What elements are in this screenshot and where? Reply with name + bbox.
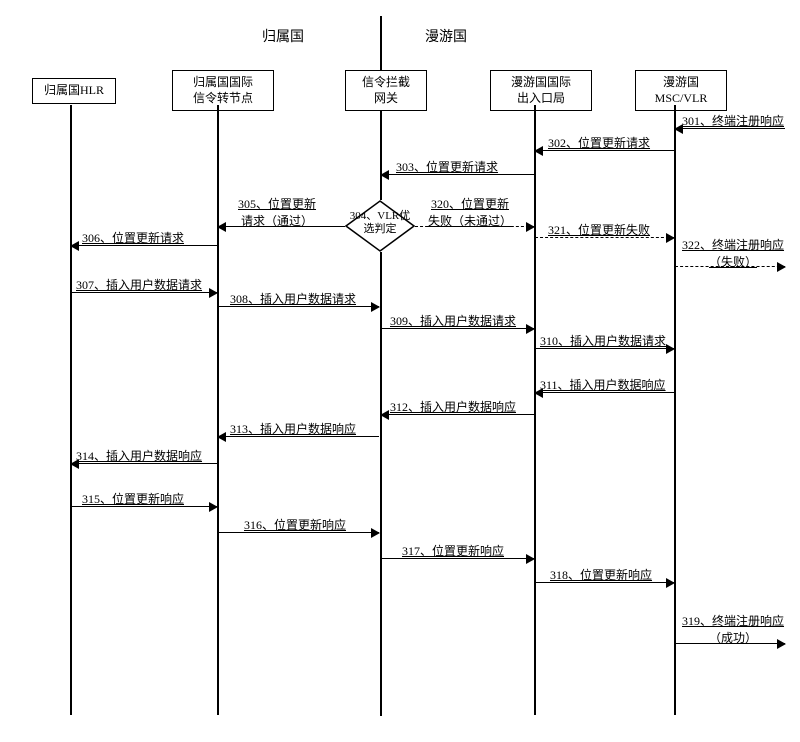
- center-divider: [380, 16, 382, 716]
- decision-304: 304、VLR优选判定: [345, 200, 415, 252]
- msg-310: 310、插入用户数据请求: [540, 332, 666, 349]
- participant-msc-vlr: 漫游国MSC/VLR: [635, 70, 727, 111]
- lifeline-p1: [70, 105, 72, 715]
- arrow-315: [71, 506, 217, 507]
- arrow-320: [415, 226, 534, 227]
- msg-301: 301、终端注册响应: [682, 112, 784, 129]
- msg-318: 318、位置更新响应: [550, 566, 652, 583]
- msg-313: 313、插入用户数据响应: [230, 420, 356, 437]
- msg-317: 317、位置更新响应: [402, 542, 504, 559]
- arrow-321: [535, 237, 674, 238]
- arrow-319: [675, 643, 785, 644]
- msg-303: 303、位置更新请求: [396, 158, 498, 175]
- arrow-313: [218, 436, 379, 437]
- lifeline-p2: [217, 105, 219, 715]
- arrow-302: [535, 150, 674, 151]
- msg-307: 307、插入用户数据请求: [76, 276, 202, 293]
- msg-312: 312、插入用户数据响应: [390, 398, 516, 415]
- msg-321: 321、位置更新失败: [548, 221, 650, 238]
- arrow-305: [218, 226, 345, 227]
- arrow-306: [71, 245, 217, 246]
- participant-intercept-gw: 信令拦截网关: [345, 70, 427, 111]
- msg-308: 308、插入用户数据请求: [230, 290, 356, 307]
- msg-302: 302、位置更新请求: [548, 134, 650, 151]
- arrow-317: [381, 558, 534, 559]
- participant-home-stp: 归属国国际信令转节点: [172, 70, 274, 111]
- msg-306: 306、位置更新请求: [82, 229, 184, 246]
- arrow-309: [381, 328, 534, 329]
- msg-322: 322、终端注册响应（失败）: [682, 236, 784, 270]
- msg-314: 314、插入用户数据响应: [76, 447, 202, 464]
- msg-315: 315、位置更新响应: [82, 490, 184, 507]
- arrow-322: [675, 266, 785, 267]
- participant-roam-gateway: 漫游国国际出入口局: [490, 70, 592, 111]
- msg-309: 309、插入用户数据请求: [390, 312, 516, 329]
- participant-hlr: 归属国HLR: [32, 78, 116, 104]
- msg-316: 316、位置更新响应: [244, 516, 346, 533]
- arrow-307: [71, 292, 217, 293]
- msg-320: 320、位置更新失败（未通过）: [428, 195, 512, 229]
- lifeline-p5: [674, 105, 676, 715]
- arrow-311: [535, 392, 674, 393]
- arrow-308: [218, 306, 379, 307]
- region-roam-label: 漫游国: [425, 26, 467, 46]
- arrow-318: [535, 582, 674, 583]
- msg-319: 319、终端注册响应（成功）: [682, 612, 784, 646]
- msg-311: 311、插入用户数据响应: [540, 376, 666, 393]
- arrow-316: [218, 532, 379, 533]
- msg-305: 305、位置更新请求（通过）: [238, 195, 316, 229]
- arrow-301: [675, 128, 785, 129]
- region-home-label: 归属国: [262, 26, 304, 46]
- arrow-312: [381, 414, 534, 415]
- sequence-diagram: 归属国 漫游国 归属国HLR 归属国国际信令转节点 信令拦截网关 漫游国国际出入…: [0, 0, 800, 742]
- arrow-310: [535, 348, 674, 349]
- arrow-314: [71, 463, 217, 464]
- lifeline-p4: [534, 105, 536, 715]
- arrow-303: [381, 174, 534, 175]
